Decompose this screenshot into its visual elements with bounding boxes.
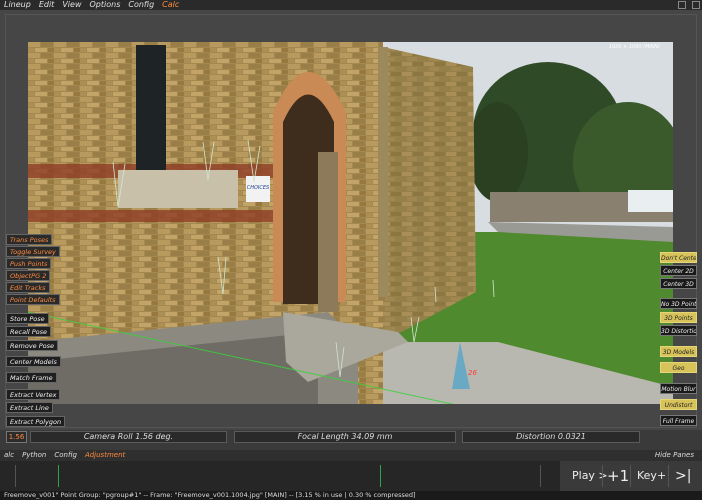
timeline-tick xyxy=(540,465,541,487)
menu-lineup[interactable]: Lineup xyxy=(0,0,35,10)
menu-panel-config[interactable]: Config xyxy=(50,450,81,461)
3d-distortion-toggle[interactable]: 3D Distortion xyxy=(660,325,697,336)
window-controls xyxy=(678,1,700,9)
objectpg-button[interactable]: ObjectPG 2 xyxy=(6,270,51,281)
menu-python[interactable]: Python xyxy=(18,450,50,461)
center-models-button[interactable]: Center Models xyxy=(6,356,61,367)
no-3d-points-toggle[interactable]: No 3D Points xyxy=(660,298,697,309)
menu-options[interactable]: Options xyxy=(86,0,125,10)
3d-points-toggle[interactable]: 3D Points xyxy=(660,312,697,323)
panel-menubar: alc Python Config Adjustment Hide Panes xyxy=(0,450,702,461)
menu-config[interactable]: Config xyxy=(124,0,158,10)
extract-vertex-button[interactable]: Extract Vertex xyxy=(6,389,61,400)
edit-tracks-button[interactable]: Edit Tracks xyxy=(6,282,50,293)
extract-line-button[interactable]: Extract Line xyxy=(6,402,53,413)
menu-calc-truncated[interactable]: alc xyxy=(0,450,18,461)
undistort-toggle[interactable]: Undistort xyxy=(660,399,697,410)
parameter-sliders: 1.56 Camera Roll 1.56 deg. Focal Length … xyxy=(0,431,702,443)
focal-length-slider[interactable]: Focal Length 34.09 mm xyxy=(234,431,456,443)
maximize-icon[interactable] xyxy=(678,1,686,9)
toggle-survey-button[interactable]: Toggle Survey xyxy=(6,246,60,257)
camera-roll-slider[interactable]: Camera Roll 1.56 deg. xyxy=(30,431,227,443)
key-plus-button[interactable]: Key+ xyxy=(637,465,666,487)
match-frame-button[interactable]: Match Frame xyxy=(6,372,57,383)
camera-plate[interactable]: CHOICES 26 1920 × 1080 (MAIN) xyxy=(28,42,673,404)
keyframe-marker[interactable] xyxy=(380,465,381,487)
marker-label: 26 xyxy=(468,369,477,377)
transport-separator xyxy=(668,465,669,487)
plate-illustration: CHOICES 26 1920 × 1080 (MAIN) xyxy=(28,42,673,404)
3d-models-toggle[interactable]: 3D Models xyxy=(660,346,697,357)
geo-toggle[interactable]: Geo xyxy=(660,362,697,373)
distortion-slider[interactable]: Distortion 0.0321 xyxy=(462,431,640,443)
point-defaults-button[interactable]: Point Defaults xyxy=(6,294,60,305)
status-bar: Freemove_v001" Point Group: "pgroup#1" -… xyxy=(0,491,702,500)
menu-edit[interactable]: Edit xyxy=(35,0,59,10)
remove-pose-button[interactable]: Remove Pose xyxy=(6,340,59,351)
transport-separator xyxy=(602,465,603,487)
close-icon[interactable] xyxy=(692,1,700,9)
plate-overlay-text: 1920 × 1080 (MAIN) xyxy=(609,44,660,50)
transport-separator xyxy=(630,465,631,487)
menubar: Lineup Edit View Options Config Calc xyxy=(0,0,702,10)
keyframe-marker[interactable] xyxy=(58,465,59,487)
timeline[interactable] xyxy=(0,461,560,491)
go-to-end-button[interactable]: >| xyxy=(675,465,691,487)
menu-view[interactable]: View xyxy=(58,0,85,10)
timeline-tick xyxy=(15,465,16,487)
step-plus-one-button[interactable]: +1 xyxy=(607,465,629,487)
center-2d-toggle[interactable]: Center 2D xyxy=(660,265,697,276)
menu-adjustment[interactable]: Adjustment xyxy=(81,450,129,461)
trans-poses-button[interactable]: Trans Poses xyxy=(6,234,53,245)
store-pose-button[interactable]: Store Pose xyxy=(6,313,49,324)
motion-blur-toggle[interactable]: Motion Blur xyxy=(660,383,697,394)
sign-text: CHOICES xyxy=(247,185,270,191)
menu-calc[interactable]: Calc xyxy=(158,0,183,10)
center-3d-toggle[interactable]: Center 3D xyxy=(660,278,697,289)
dont-center-toggle[interactable]: Don't Center xyxy=(660,252,697,263)
frame-number-field[interactable]: 1.56 xyxy=(6,431,27,443)
extract-polygon-button[interactable]: Extract Polygon xyxy=(6,416,66,427)
hide-panes-button[interactable]: Hide Panes xyxy=(655,450,694,461)
recall-pose-button[interactable]: Recall Pose xyxy=(6,326,52,337)
push-points-button[interactable]: Push Points xyxy=(6,258,52,269)
full-frame-toggle[interactable]: Full Frame xyxy=(660,415,697,426)
